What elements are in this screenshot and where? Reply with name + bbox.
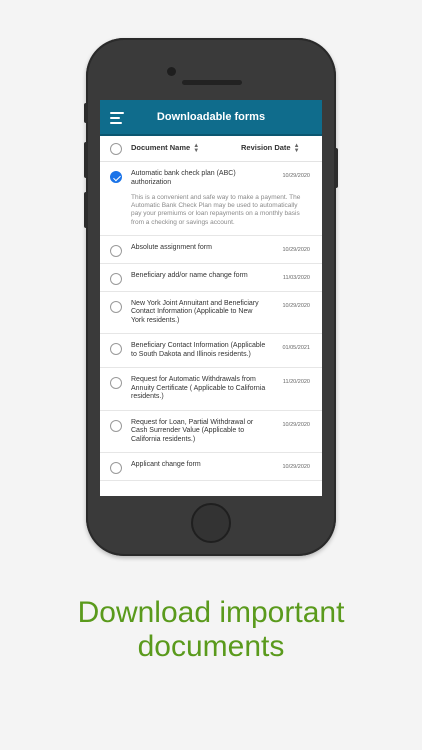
form-title: Beneficiary add/or name change form bbox=[131, 271, 248, 279]
list-item[interactable]: Beneficiary add/or name change form 11/0… bbox=[100, 264, 322, 292]
form-title: Request for Automatic Withdrawals from A… bbox=[131, 376, 266, 401]
checkbox-icon[interactable] bbox=[110, 272, 122, 285]
revision-date: 10/29/2020 bbox=[282, 464, 310, 471]
form-description: This is a convenient and safe way to mak… bbox=[131, 194, 301, 226]
column-revision-date[interactable]: Revision Date ▲ ▼ bbox=[241, 142, 300, 154]
revision-date: 01/05/2021 bbox=[282, 345, 310, 352]
checkbox-icon[interactable] bbox=[110, 343, 122, 356]
phone-volume-up bbox=[84, 142, 88, 178]
form-title: Automatic bank check plan (ABC) authoriz… bbox=[131, 170, 236, 186]
form-title: Request for Loan, Partial Withdrawal or … bbox=[131, 418, 254, 443]
revision-date: 10/29/2020 bbox=[282, 302, 310, 309]
checked-checkbox-icon[interactable] bbox=[110, 171, 122, 183]
phone-silent-switch bbox=[84, 103, 88, 123]
sort-icon: ▲ ▼ bbox=[293, 142, 300, 154]
list-item[interactable]: Request for Loan, Partial Withdrawal or … bbox=[100, 411, 322, 454]
form-title: Absolute assignment form bbox=[131, 243, 212, 251]
sort-icon: ▲ ▼ bbox=[193, 142, 200, 154]
checkbox-icon[interactable] bbox=[110, 244, 122, 257]
revision-date: 10/29/2020 bbox=[282, 421, 310, 428]
phone-power-button bbox=[334, 148, 338, 188]
list-item[interactable]: Beneficiary Contact Information (Applica… bbox=[100, 334, 322, 369]
page-title: Downloadable forms bbox=[156, 111, 266, 123]
phone-volume-down bbox=[84, 192, 88, 228]
earpiece-speaker bbox=[182, 80, 242, 85]
home-button[interactable] bbox=[191, 503, 231, 543]
hamburger-menu-icon[interactable] bbox=[110, 112, 124, 124]
caption-line-1: Download important bbox=[77, 596, 345, 629]
revision-date: 11/03/2020 bbox=[282, 274, 310, 281]
app-header: Downloadable forms bbox=[100, 100, 322, 136]
promo-caption: Download important documents bbox=[0, 596, 422, 664]
app-screen: Downloadable forms Document Name ▲ ▼ Revis… bbox=[100, 100, 322, 496]
list-item[interactable]: Automatic bank check plan (ABC) authoriz… bbox=[100, 162, 322, 236]
checkbox-icon[interactable] bbox=[110, 377, 122, 390]
table-header: Document Name ▲ ▼ Revision Date ▲ ▼ bbox=[100, 136, 322, 162]
checkbox-icon[interactable] bbox=[110, 419, 122, 432]
form-title: Beneficiary Contact Information (Applica… bbox=[131, 342, 266, 358]
front-camera bbox=[167, 67, 176, 76]
list-item[interactable]: New York Joint Annuitant and Beneficiary… bbox=[100, 292, 322, 335]
revision-date: 10/29/2020 bbox=[282, 246, 310, 253]
revision-date: 10/29/2020 bbox=[282, 173, 310, 179]
forms-list: Automatic bank check plan (ABC) authoriz… bbox=[100, 162, 322, 482]
column-document-name[interactable]: Document Name ▲ ▼ bbox=[131, 142, 200, 154]
checkbox-icon[interactable] bbox=[110, 462, 122, 475]
form-title: New York Joint Annuitant and Beneficiary… bbox=[131, 299, 259, 324]
revision-date: 11/20/2020 bbox=[282, 379, 310, 386]
form-title: Applicant change form bbox=[131, 461, 201, 469]
checkbox-icon[interactable] bbox=[110, 300, 122, 313]
caption-line-2: documents bbox=[137, 630, 285, 663]
select-all-checkbox[interactable] bbox=[110, 143, 122, 155]
list-item[interactable]: Absolute assignment form 10/29/2020 bbox=[100, 236, 322, 264]
list-item[interactable]: Applicant change form 10/29/2020 bbox=[100, 453, 322, 482]
list-item[interactable]: Request for Automatic Withdrawals from A… bbox=[100, 368, 322, 411]
